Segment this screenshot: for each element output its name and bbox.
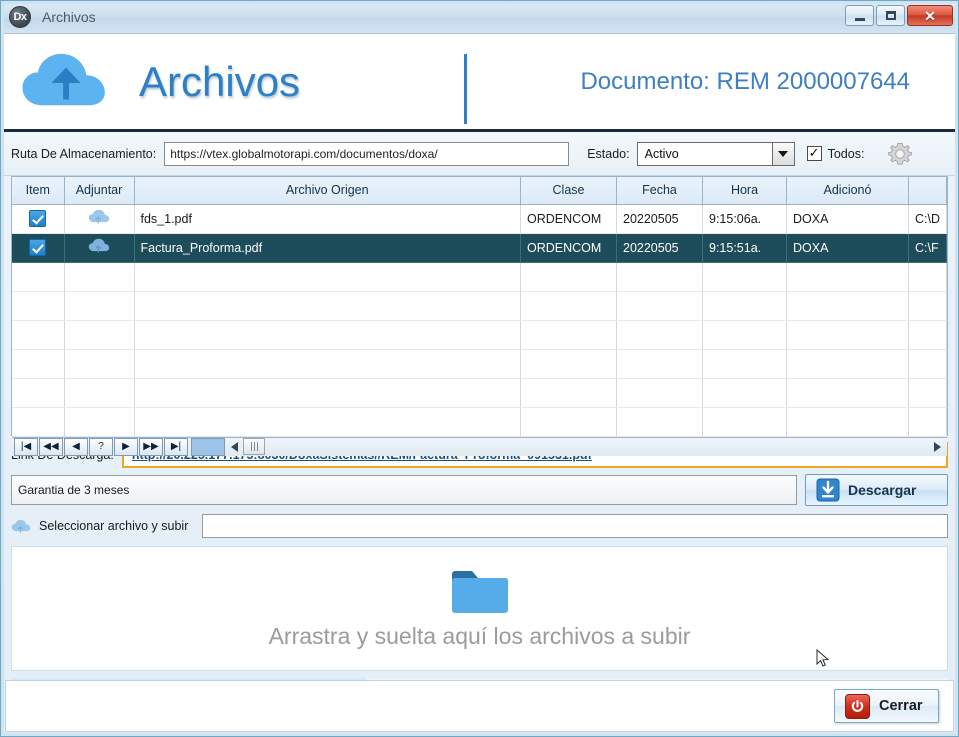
descargar-label: Descargar [848,482,917,498]
row-select-checkbox[interactable] [12,204,65,234]
cloud-upload-icon [88,238,110,253]
column-header-adjuntar[interactable]: Adjuntar [64,177,135,205]
empty-row [12,320,947,350]
estado-value: Activo [644,146,679,161]
check-icon: ✓ [808,145,820,160]
page-title: Archivos [139,57,301,105]
close-window-button[interactable]: ✕ [907,5,953,26]
files-table: Item Adjuntar Archivo Origen Clase Fecha… [12,177,947,437]
nav-first-button[interactable]: |◀ [14,437,38,456]
empty-row [12,349,947,379]
todos-checkbox-group[interactable]: ✓ Todos: [806,145,865,161]
cell-hora: 9:15:51a. [702,233,787,263]
empty-row [12,291,947,321]
cloud-upload-icon[interactable] [11,519,31,534]
cell-adiciono: DOXA [786,204,909,234]
chevron-down-icon[interactable] [771,142,794,165]
close-icon: ✕ [924,7,936,24]
todos-checkbox[interactable]: ✓ [806,145,822,161]
mouse-cursor [816,649,830,667]
cerrar-button[interactable]: Cerrar [834,689,939,723]
cell-adiciono: DOXA [786,233,909,263]
power-icon [845,693,870,719]
descargar-button[interactable]: Descargar [805,474,948,506]
minimize-icon [854,17,865,21]
cloud-upload-icon [88,209,110,224]
gear-icon[interactable] [886,140,914,168]
cell-archivo-origen: fds_1.pdf [134,204,521,234]
archivos-window: Dx Archivos ✕ Archivos Documento: REM 20… [0,0,959,737]
cell-clase: ORDENCOM [520,204,617,234]
cell-fecha: 20220505 [616,204,703,234]
todos-label: Todos: [827,146,865,161]
nav-help-button[interactable]: ? [89,437,113,456]
scroll-right-icon[interactable] [934,441,941,452]
grid-navigator: |◀ ◀◀ ◀ ? ▶ ▶▶ ▶| [12,436,947,456]
cell-clase: ORDENCOM [520,233,617,263]
files-grid: Item Adjuntar Archivo Origen Clase Fecha… [11,176,948,456]
table-row[interactable]: Factura_Proforma.pdf ORDENCOM 20220505 9… [12,233,947,263]
window-controls: ✕ [845,5,953,26]
horizontal-scrollbar-thumb[interactable] [243,438,265,455]
empty-row [12,407,947,437]
cell-archivo-origen: Factura_Proforma.pdf [134,233,521,263]
column-header-fecha[interactable]: Fecha [616,177,703,205]
scroll-left-icon[interactable] [231,441,238,452]
storage-path-input[interactable] [164,141,570,166]
select-file-row: Seleccionar archivo y subir [11,514,948,538]
select-file-label: Seleccionar archivo y subir [39,519,189,533]
app-header: Archivos Documento: REM 2000007644 [1,34,958,132]
empty-row [12,262,947,292]
footer-bar: Cerrar [5,680,954,732]
nav-position-indicator[interactable] [191,437,225,456]
description-row: Garantia de 3 meses Descargar [11,474,948,506]
cerrar-label: Cerrar [879,698,923,714]
select-file-input[interactable] [202,514,948,538]
download-icon [816,478,840,502]
minimize-button[interactable] [845,5,874,26]
cell-ruta: C:\D [908,204,947,234]
column-header-adiciono[interactable]: Adicionó [786,177,909,205]
cell-ruta: C:\F [908,233,947,263]
cell-hora: 9:15:06a. [702,204,787,234]
row-select-checkbox[interactable] [12,233,65,263]
nav-next-page-button[interactable]: ▶▶ [139,437,163,456]
column-header-clase[interactable]: Clase [520,177,617,205]
column-header-ruta[interactable] [908,177,947,205]
storage-toolbar: Ruta De Almacenamiento: Estado: Activo ✓… [1,132,958,176]
cell-fecha: 20220505 [616,233,703,263]
row-attach-cell[interactable] [64,233,135,263]
header-branding: Archivos [1,51,300,113]
path-label: Ruta De Almacenamiento: [11,146,157,161]
table-header-row: Item Adjuntar Archivo Origen Clase Fecha… [12,177,947,205]
row-attach-cell[interactable] [64,204,135,234]
cloud-upload-icon [22,53,105,105]
document-label: Documento: REM 2000007644 [580,67,910,95]
maximize-button[interactable] [876,5,905,26]
dx-app-icon: Dx [9,6,31,28]
column-header-item[interactable]: Item [12,177,65,205]
empty-row [12,378,947,408]
estado-label: Estado: [587,146,630,161]
folder-icon [451,571,508,613]
header-divider [464,54,467,124]
dropzone-text: Arrastra y suelta aquí los archivos a su… [268,623,691,649]
table-row[interactable]: fds_1.pdf ORDENCOM 20220505 9:15:06a. DO… [12,204,947,234]
nav-prev-page-button[interactable]: ◀◀ [39,437,63,456]
nav-prev-button[interactable]: ◀ [64,437,88,456]
window-title: Archivos [42,9,96,25]
maximize-icon [885,11,896,20]
column-header-archivo-origen[interactable]: Archivo Origen [134,177,521,205]
description-input[interactable]: Garantia de 3 meses [11,475,797,505]
file-dropzone[interactable]: Arrastra y suelta aquí los archivos a su… [11,546,948,671]
column-header-hora[interactable]: Hora [702,177,787,205]
estado-select[interactable]: Activo [636,141,795,166]
nav-next-button[interactable]: ▶ [114,437,138,456]
title-bar: Dx Archivos ✕ [1,1,958,34]
nav-last-button[interactable]: ▶| [164,437,188,456]
